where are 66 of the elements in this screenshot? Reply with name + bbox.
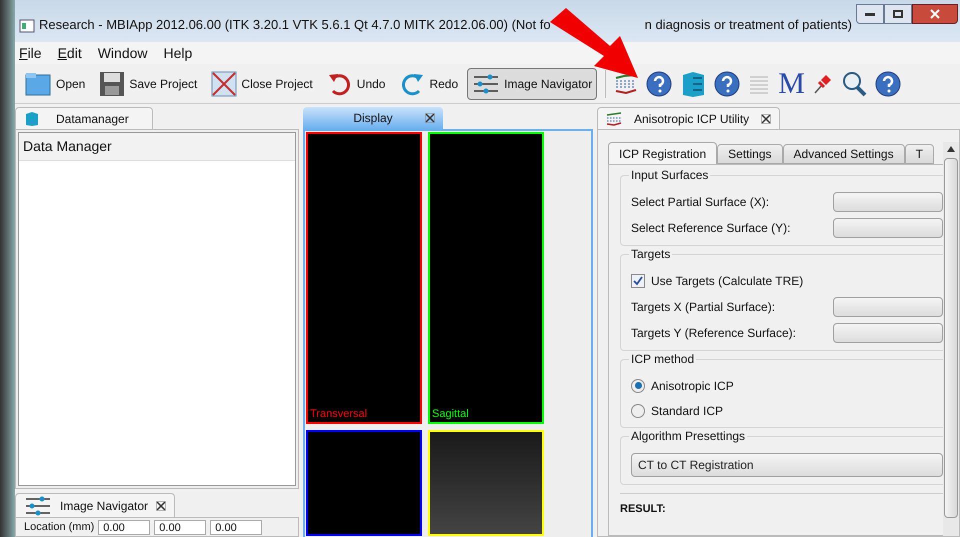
scroll-up-icon[interactable] [947,146,955,152]
window-title: Research - MBIApp 2012.06.00 (ITK 3.20.1 VTK 5.6.1 Qt 4.7.0 MITK 2012.06.00) (Not fo [39,16,551,34]
menu-item[interactable]: Help [164,42,192,64]
group-title: Input Surfaces [629,167,710,183]
radio-label: Standard ICP [651,402,724,420]
point-grid-icon [606,112,622,126]
view-label: Sagittal [431,406,470,422]
menu-item[interactable]: Window [98,42,148,64]
dock-tab[interactable]: Image Navigator [15,493,176,517]
toolbar-button[interactable]: Undo [322,68,390,100]
dock-tab[interactable]: Datamanager [15,107,153,129]
checkbox-label: Use Targets (Calculate TRE) [651,273,804,290]
close-icon[interactable] [156,500,166,510]
close-icon[interactable] [425,113,435,123]
spin-box[interactable]: 0.00 [210,520,262,535]
maximize-button[interactable] [884,4,912,24]
field-label: Select Reference Surface (Y): [631,220,790,237]
close-icon[interactable] [761,114,772,124]
letter-m-tool[interactable]: M [778,68,805,98]
spin-box[interactable]: 0.00 [98,520,150,535]
crossed-grid-icon [211,70,238,96]
display-tab[interactable]: Display [303,107,443,129]
radio-label: Anisotropic ICP [651,378,734,394]
minimize-button[interactable] [856,4,884,24]
view-label: Transversal [309,406,368,422]
tab[interactable]: Settings [717,144,783,164]
render-view[interactable]: Sagittal [428,132,544,424]
radio-button[interactable] [631,404,645,418]
field-label: Targets X (Partial Surface): [631,299,776,316]
magnifier-icon[interactable] [840,70,867,96]
render-view[interactable]: Transversal [306,132,422,424]
close-button[interactable] [912,4,958,24]
menu-item[interactable]: Edit [58,42,82,64]
field-label: Location (mm) [24,520,94,534]
toolbar-button[interactable]: Save Project [94,68,202,100]
radio-button[interactable] [631,378,645,392]
list-header: Data Manager [19,133,295,161]
window-title: n diagnosis or treatment of patients) [644,16,852,34]
cabinet-icon [24,110,40,126]
folder-icon [24,70,52,96]
toolbar-button[interactable]: Close Project [206,68,318,100]
toolbar-button[interactable]: Open [19,68,90,100]
dock-tab[interactable]: Anisotropic ICP Utility [597,107,780,129]
help-icon[interactable] [874,70,901,96]
combo-box[interactable]: CT to CT Registration [631,453,943,477]
cabinet-icon[interactable] [680,70,706,98]
pushpin-icon[interactable] [812,72,833,94]
toolbar-button[interactable]: Redo [394,68,464,100]
toolbar-button[interactable]: Image Navigator [467,68,598,100]
field-label: Targets Y (Reference Surface): [631,325,796,342]
result-label: RESULT: [620,503,666,515]
close-icon [930,9,940,19]
group-title: Algorithm Presettings [629,428,748,444]
field-label: Select Partial Surface (X): [631,194,770,211]
sliders-icon [472,72,500,96]
sliders-icon [24,494,52,518]
scrollbar[interactable] [943,142,959,536]
tab[interactable]: T [904,144,934,164]
help-icon[interactable] [646,70,672,96]
tab[interactable]: Advanced Settings [782,144,905,164]
help-icon[interactable] [714,70,740,96]
menu-item[interactable]: File [19,42,42,64]
tab[interactable]: ICP Registration [608,142,718,164]
checkbox[interactable] [631,274,645,288]
spin-box[interactable]: 0.00 [154,520,206,535]
app-icon [19,18,35,34]
